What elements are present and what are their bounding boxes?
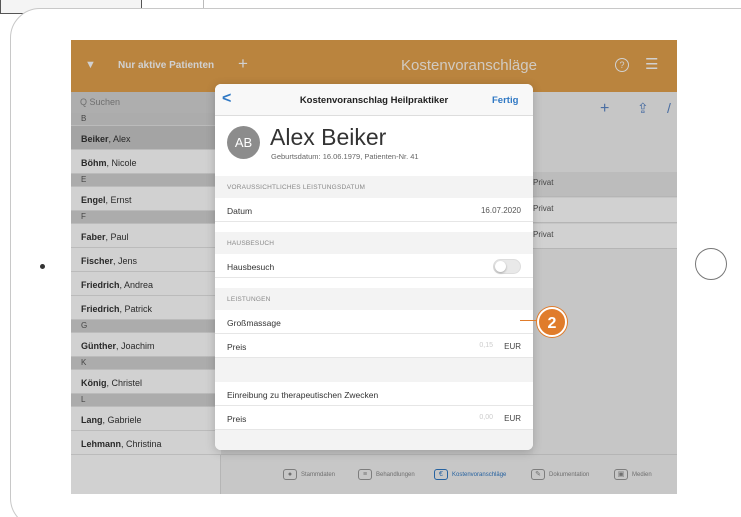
home-button[interactable] [695,248,727,280]
section-service-date: VORAUSSICHTLICHES LEISTUNGSDATUM [215,176,533,198]
callout-badge: 2 [537,307,567,337]
patient-details: Geburtsdatum: 16.06.1979, Patienten-Nr. … [271,152,419,161]
page: ▼ Nur aktive Patienten + Kostenvoranschl… [0,0,741,517]
modal-header: Kostenvoranschlag Heilpraktiker < Fertig [215,84,533,116]
modal-title: Kostenvoranschlag Heilpraktiker [299,95,449,106]
date-field[interactable]: Datum 16.07.2020 [215,198,533,222]
price-field[interactable]: Preis 0,15 EUR [215,334,533,358]
date-value: 16.07.2020 [480,206,521,215]
price-field[interactable]: Preis 0,00 EUR [215,406,533,430]
callout-leader-line [520,320,538,321]
service-row[interactable]: Großmassage [215,310,533,334]
back-button[interactable]: < [222,90,231,108]
price-label: Preis [227,414,247,424]
house-visit-label: Hausbesuch [227,262,275,272]
avatar: AB [227,126,260,159]
section-services: LEISTUNGEN [215,288,533,310]
estimate-modal: Kostenvoranschlag Heilpraktiker < Fertig… [215,84,533,450]
section-house-visit: HAUSBESUCH [215,232,533,254]
section-spacer [215,358,533,382]
price-input[interactable]: 0,15 [479,342,493,349]
service-name: Großmassage [227,318,281,328]
ipad-screen: ▼ Nur aktive Patienten + Kostenvoranschl… [71,40,677,494]
price-input[interactable]: 0,00 [479,414,493,421]
patient-name: Alex Beiker [270,124,387,150]
date-label: Datum [227,206,253,216]
section-spacer [215,430,533,450]
done-button[interactable]: Fertig [492,95,518,106]
house-visit-row: Hausbesuch [215,254,533,278]
service-row[interactable]: Einreibung zu therapeutischen Zwecken [215,382,533,406]
currency-label: EUR [504,342,521,351]
service-name: Einreibung zu therapeutischen Zwecken [227,390,379,400]
price-label: Preis [227,342,247,352]
house-visit-toggle[interactable] [493,259,521,274]
camera-dot [40,264,45,269]
currency-label: EUR [504,414,521,423]
